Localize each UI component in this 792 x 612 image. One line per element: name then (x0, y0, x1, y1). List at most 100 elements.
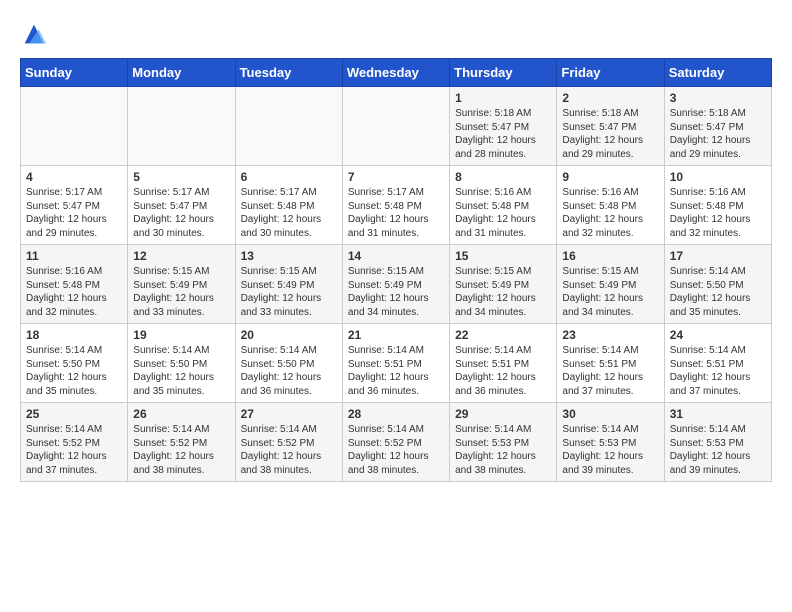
day-info: Sunrise: 5:17 AM Sunset: 5:48 PM Dayligh… (241, 186, 337, 240)
day-number: 12 (133, 249, 229, 263)
day-info: Sunrise: 5:14 AM Sunset: 5:50 PM Dayligh… (26, 344, 122, 398)
calendar-cell: 11 Sunrise: 5:16 AM Sunset: 5:48 PM Dayli… (21, 245, 128, 324)
day-info: Sunrise: 5:14 AM Sunset: 5:51 PM Dayligh… (455, 344, 551, 398)
day-number: 15 (455, 249, 551, 263)
day-info: Sunrise: 5:15 AM Sunset: 5:49 PM Dayligh… (455, 265, 551, 319)
calendar-cell: 19 Sunrise: 5:14 AM Sunset: 5:50 PM Dayli… (128, 324, 235, 403)
day-info: Sunrise: 5:14 AM Sunset: 5:51 PM Dayligh… (562, 344, 658, 398)
day-number: 1 (455, 91, 551, 105)
calendar-cell (128, 87, 235, 166)
calendar-week-2: 4 Sunrise: 5:17 AM Sunset: 5:47 PM Daylig… (21, 166, 772, 245)
calendar-cell: 7Sunrise: 5:17 AM Sunset: 5:48 PM Daylig… (342, 166, 449, 245)
calendar-cell: 29 Sunrise: 5:14 AM Sunset: 5:53 PM Dayli… (450, 403, 557, 482)
day-number: 28 (348, 407, 444, 421)
day-number: 20 (241, 328, 337, 342)
day-info: Sunrise: 5:14 AM Sunset: 5:50 PM Dayligh… (241, 344, 337, 398)
calendar-cell (21, 87, 128, 166)
day-info: Sunrise: 5:14 AM Sunset: 5:52 PM Dayligh… (26, 423, 122, 477)
day-number: 16 (562, 249, 658, 263)
day-number: 22 (455, 328, 551, 342)
day-number: 10 (670, 170, 766, 184)
header (20, 20, 772, 48)
calendar-header-thursday: Thursday (450, 59, 557, 87)
day-info: Sunrise: 5:17 AM Sunset: 5:48 PM Dayligh… (348, 186, 444, 240)
calendar-cell (342, 87, 449, 166)
day-number: 23 (562, 328, 658, 342)
day-info: Sunrise: 5:14 AM Sunset: 5:52 PM Dayligh… (348, 423, 444, 477)
day-info: Sunrise: 5:17 AM Sunset: 5:47 PM Dayligh… (133, 186, 229, 240)
calendar-week-1: 1 Sunrise: 5:18 AM Sunset: 5:47 PM Daylig… (21, 87, 772, 166)
day-info: Sunrise: 5:14 AM Sunset: 5:53 PM Dayligh… (455, 423, 551, 477)
calendar-week-4: 18 Sunrise: 5:14 AM Sunset: 5:50 PM Dayli… (21, 324, 772, 403)
calendar-cell: 14 Sunrise: 5:15 AM Sunset: 5:49 PM Dayli… (342, 245, 449, 324)
day-info: Sunrise: 5:14 AM Sunset: 5:53 PM Dayligh… (670, 423, 766, 477)
day-number: 29 (455, 407, 551, 421)
calendar-cell: 20 Sunrise: 5:14 AM Sunset: 5:50 PM Dayli… (235, 324, 342, 403)
calendar-header-monday: Monday (128, 59, 235, 87)
calendar-cell: 10 Sunrise: 5:16 AM Sunset: 5:48 PM Dayli… (664, 166, 771, 245)
calendar-cell: 23 Sunrise: 5:14 AM Sunset: 5:51 PM Dayli… (557, 324, 664, 403)
day-number: 3 (670, 91, 766, 105)
day-info: Sunrise: 5:14 AM Sunset: 5:53 PM Dayligh… (562, 423, 658, 477)
day-number: 30 (562, 407, 658, 421)
calendar-cell: 24 Sunrise: 5:14 AM Sunset: 5:51 PM Dayli… (664, 324, 771, 403)
day-info: Sunrise: 5:15 AM Sunset: 5:49 PM Dayligh… (241, 265, 337, 319)
calendar-cell: 26 Sunrise: 5:14 AM Sunset: 5:52 PM Dayli… (128, 403, 235, 482)
day-info: Sunrise: 5:18 AM Sunset: 5:47 PM Dayligh… (670, 107, 766, 161)
day-info: Sunrise: 5:14 AM Sunset: 5:52 PM Dayligh… (241, 423, 337, 477)
calendar-cell: 12Sunrise: 5:15 AM Sunset: 5:49 PM Dayli… (128, 245, 235, 324)
day-number: 26 (133, 407, 229, 421)
calendar-cell (235, 87, 342, 166)
calendar-cell: 6 Sunrise: 5:17 AM Sunset: 5:48 PM Daylig… (235, 166, 342, 245)
calendar-header-friday: Friday (557, 59, 664, 87)
calendar-cell: 30 Sunrise: 5:14 AM Sunset: 5:53 PM Dayli… (557, 403, 664, 482)
calendar-cell: 16 Sunrise: 5:15 AM Sunset: 5:49 PM Dayli… (557, 245, 664, 324)
day-number: 8 (455, 170, 551, 184)
day-number: 2 (562, 91, 658, 105)
calendar-cell: 22 Sunrise: 5:14 AM Sunset: 5:51 PM Dayli… (450, 324, 557, 403)
calendar-cell: 9 Sunrise: 5:16 AM Sunset: 5:48 PM Daylig… (557, 166, 664, 245)
day-info: Sunrise: 5:14 AM Sunset: 5:50 PM Dayligh… (133, 344, 229, 398)
day-number: 18 (26, 328, 122, 342)
day-info: Sunrise: 5:14 AM Sunset: 5:51 PM Dayligh… (670, 344, 766, 398)
day-info: Sunrise: 5:16 AM Sunset: 5:48 PM Dayligh… (562, 186, 658, 240)
day-info: Sunrise: 5:16 AM Sunset: 5:48 PM Dayligh… (26, 265, 122, 319)
day-number: 6 (241, 170, 337, 184)
day-info: Sunrise: 5:18 AM Sunset: 5:47 PM Dayligh… (455, 107, 551, 161)
day-info: Sunrise: 5:18 AM Sunset: 5:47 PM Dayligh… (562, 107, 658, 161)
day-info: Sunrise: 5:17 AM Sunset: 5:47 PM Dayligh… (26, 186, 122, 240)
day-number: 25 (26, 407, 122, 421)
calendar-cell: 8 Sunrise: 5:16 AM Sunset: 5:48 PM Daylig… (450, 166, 557, 245)
day-number: 5 (133, 170, 229, 184)
calendar-cell: 3 Sunrise: 5:18 AM Sunset: 5:47 PM Daylig… (664, 87, 771, 166)
day-info: Sunrise: 5:14 AM Sunset: 5:51 PM Dayligh… (348, 344, 444, 398)
day-number: 24 (670, 328, 766, 342)
calendar-cell: 1 Sunrise: 5:18 AM Sunset: 5:47 PM Daylig… (450, 87, 557, 166)
day-number: 19 (133, 328, 229, 342)
calendar-cell: 21Sunrise: 5:14 AM Sunset: 5:51 PM Dayli… (342, 324, 449, 403)
calendar-week-3: 11 Sunrise: 5:16 AM Sunset: 5:48 PM Dayli… (21, 245, 772, 324)
calendar-cell: 2 Sunrise: 5:18 AM Sunset: 5:47 PM Daylig… (557, 87, 664, 166)
day-number: 27 (241, 407, 337, 421)
day-number: 14 (348, 249, 444, 263)
calendar-cell: 18 Sunrise: 5:14 AM Sunset: 5:50 PM Dayli… (21, 324, 128, 403)
calendar-cell: 25 Sunrise: 5:14 AM Sunset: 5:52 PM Dayli… (21, 403, 128, 482)
day-info: Sunrise: 5:16 AM Sunset: 5:48 PM Dayligh… (670, 186, 766, 240)
calendar-cell: 27 Sunrise: 5:14 AM Sunset: 5:52 PM Dayli… (235, 403, 342, 482)
calendar-week-5: 25 Sunrise: 5:14 AM Sunset: 5:52 PM Dayli… (21, 403, 772, 482)
day-info: Sunrise: 5:14 AM Sunset: 5:50 PM Dayligh… (670, 265, 766, 319)
calendar-header-row: SundayMondayTuesdayWednesdayThursdayFrid… (21, 59, 772, 87)
day-info: Sunrise: 5:15 AM Sunset: 5:49 PM Dayligh… (562, 265, 658, 319)
calendar-header-tuesday: Tuesday (235, 59, 342, 87)
calendar-cell: 5 Sunrise: 5:17 AM Sunset: 5:47 PM Daylig… (128, 166, 235, 245)
day-info: Sunrise: 5:14 AM Sunset: 5:52 PM Dayligh… (133, 423, 229, 477)
day-info: Sunrise: 5:15 AM Sunset: 5:49 PM Dayligh… (348, 265, 444, 319)
day-number: 11 (26, 249, 122, 263)
day-number: 17 (670, 249, 766, 263)
day-number: 4 (26, 170, 122, 184)
day-number: 9 (562, 170, 658, 184)
day-number: 31 (670, 407, 766, 421)
day-info: Sunrise: 5:16 AM Sunset: 5:48 PM Dayligh… (455, 186, 551, 240)
calendar-header-saturday: Saturday (664, 59, 771, 87)
calendar-cell: 31 Sunrise: 5:14 AM Sunset: 5:53 PM Dayli… (664, 403, 771, 482)
